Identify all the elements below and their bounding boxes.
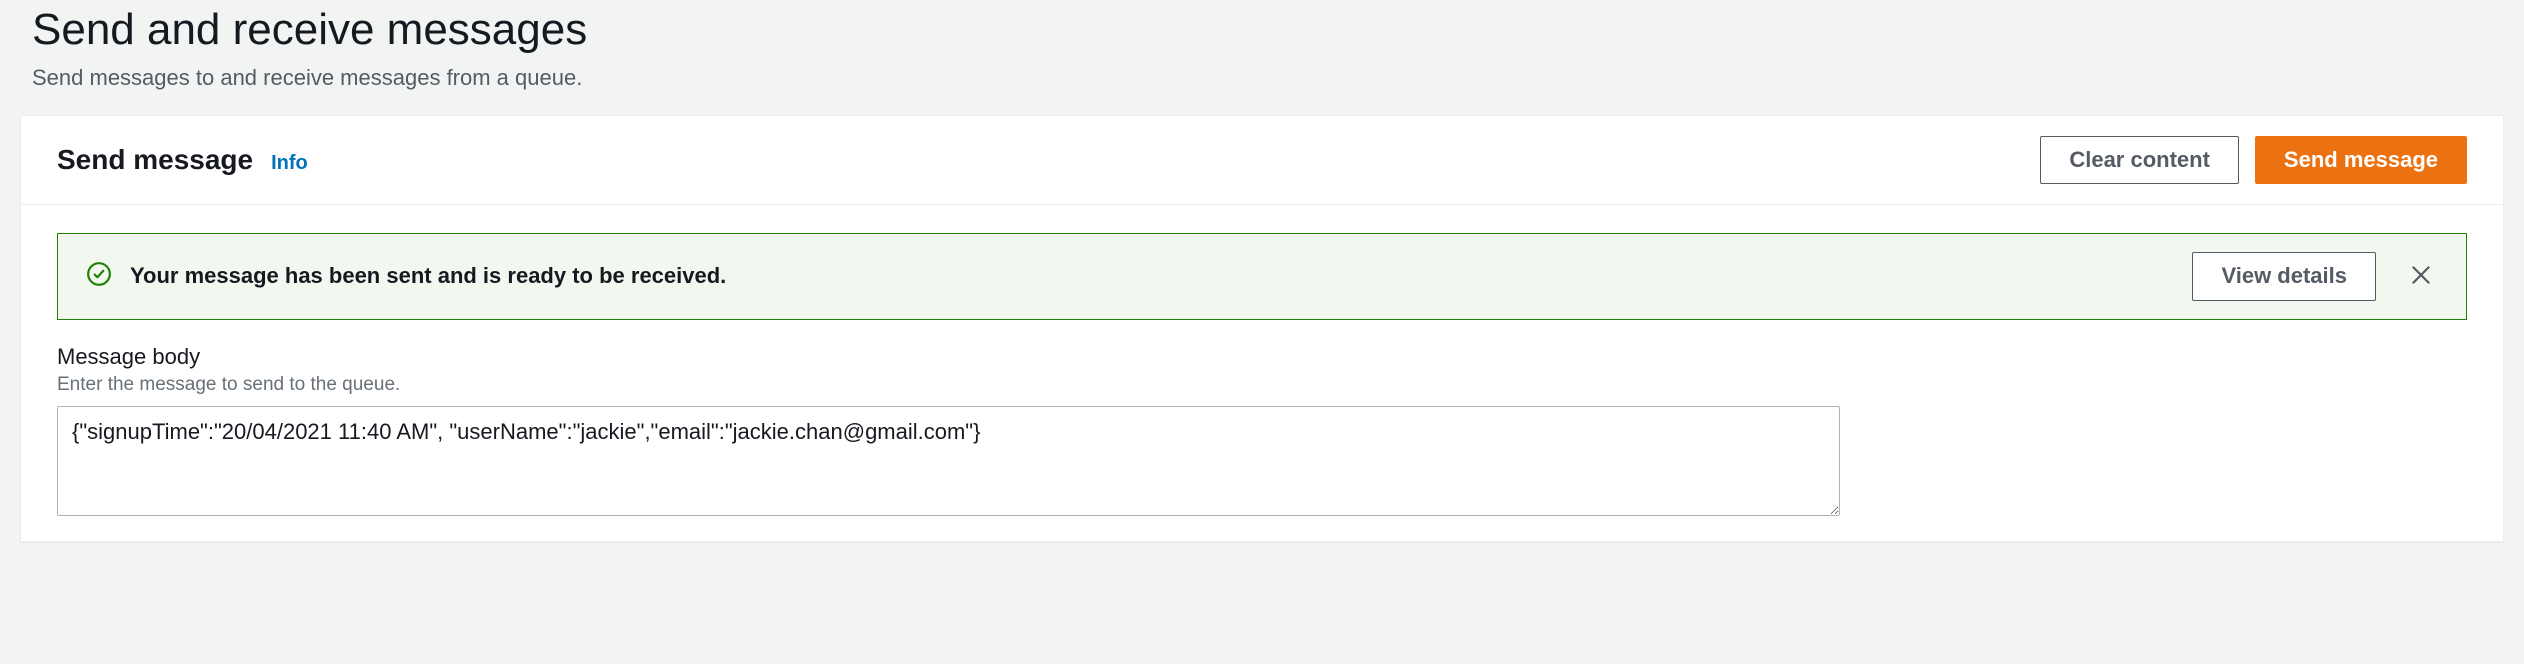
info-link[interactable]: Info: [271, 152, 308, 175]
page-header: Send and receive messages Send messages …: [0, 0, 2524, 115]
panel-title: Send message: [57, 144, 253, 176]
success-check-icon: [86, 261, 112, 292]
panel-header-actions: Clear content Send message: [2040, 136, 2467, 184]
view-details-button[interactable]: View details: [2192, 252, 2376, 300]
alert-left: Your message has been sent and is ready …: [86, 261, 726, 292]
message-body-label: Message body: [57, 344, 2467, 370]
alert-message: Your message has been sent and is ready …: [130, 263, 726, 289]
panel-header: Send message Info Clear content Send mes…: [21, 116, 2503, 205]
send-message-panel: Send message Info Clear content Send mes…: [20, 115, 2504, 542]
clear-content-button[interactable]: Clear content: [2040, 136, 2239, 184]
dismiss-alert-button[interactable]: [2404, 258, 2438, 295]
panel-body: Your message has been sent and is ready …: [21, 205, 2503, 540]
message-body-hint: Enter the message to send to the queue.: [57, 374, 2467, 396]
page-description: Send messages to and receive messages fr…: [32, 65, 2492, 91]
send-message-button[interactable]: Send message: [2255, 136, 2467, 184]
success-alert: Your message has been sent and is ready …: [57, 233, 2467, 319]
panel-header-left: Send message Info: [57, 144, 308, 176]
message-body-input[interactable]: {"signupTime":"20/04/2021 11:40 AM", "us…: [57, 406, 1840, 516]
alert-right: View details: [2192, 252, 2438, 300]
page-title: Send and receive messages: [32, 4, 2492, 57]
close-icon: [2408, 262, 2434, 291]
